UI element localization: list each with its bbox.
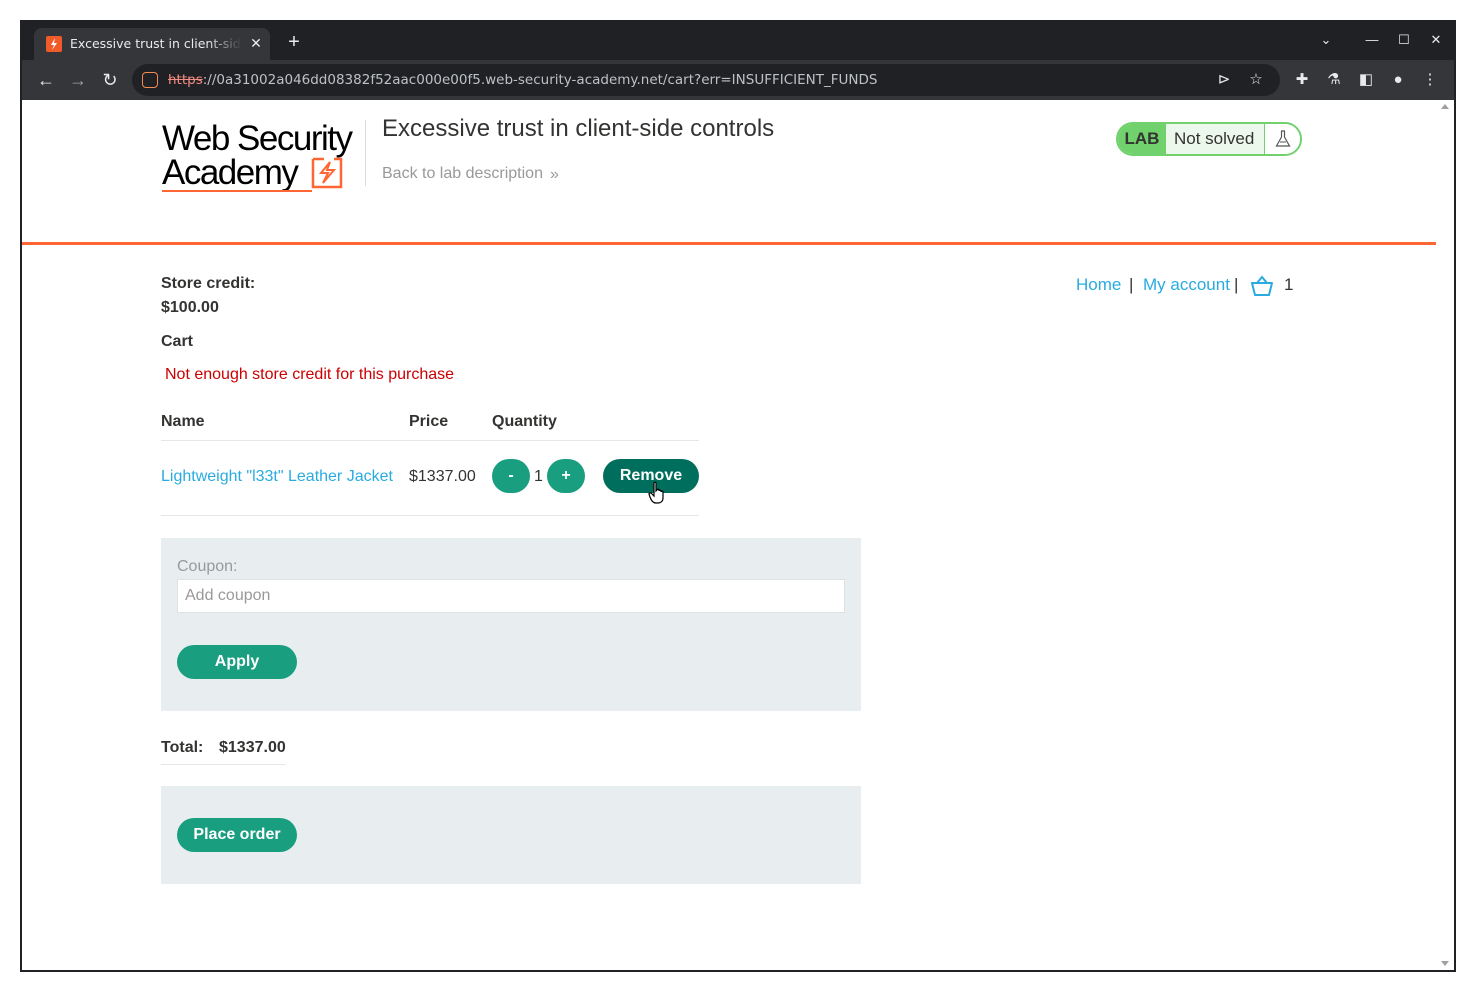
maximize-icon[interactable]: ☐: [1394, 30, 1414, 50]
badge-lab-label: LAB: [1118, 124, 1166, 154]
cart-count: 1: [1284, 275, 1294, 294]
bookmark-star-icon[interactable]: ☆: [1246, 70, 1266, 90]
site-info-icon[interactable]: [142, 72, 158, 88]
quantity-value: 1: [534, 468, 543, 485]
hand-pointer-cursor-icon: [648, 481, 664, 504]
table-row-divider: [161, 515, 699, 516]
side-panel-icon[interactable]: ◧: [1356, 70, 1376, 90]
column-header-name: Name: [161, 413, 205, 430]
web-security-academy-logo[interactable]: Web Security Academy: [162, 120, 362, 198]
header-divider: [365, 120, 366, 186]
nav-separator: |: [1129, 275, 1134, 294]
scroll-down-arrow-icon[interactable]: [1441, 961, 1449, 966]
product-name-link[interactable]: Lightweight "l33t" Leather Jacket: [161, 468, 393, 486]
minimize-icon[interactable]: —: [1362, 30, 1382, 50]
store-credit-value: $100.00: [161, 299, 219, 316]
new-tab-button[interactable]: +: [284, 32, 304, 52]
cart-basket-icon[interactable]: [1250, 275, 1274, 297]
place-order-section: Place order: [161, 786, 861, 884]
page-viewport: Web Security Academy Excessive trust in …: [22, 100, 1454, 970]
menu-icon[interactable]: ⋮: [1420, 70, 1440, 90]
home-link[interactable]: Home: [1076, 275, 1121, 295]
total-label: Total:: [161, 739, 204, 756]
tab-strip: Excessive trust in client-side controls …: [22, 22, 1454, 60]
coupon-input[interactable]: [177, 579, 845, 613]
address-bar[interactable]: https://0a31002a046dd08382f52aac000e00f5…: [132, 64, 1280, 96]
profile-icon[interactable]: ●: [1388, 70, 1408, 90]
nav-separator: |: [1234, 275, 1239, 294]
browser-window: Excessive trust in client-side controls …: [20, 20, 1456, 972]
extensions-icon[interactable]: ✚: [1292, 70, 1312, 90]
double-chevron-right-icon: »: [550, 166, 559, 183]
increase-quantity-button[interactable]: +: [547, 459, 585, 493]
tab-search-chevron-icon[interactable]: ⌄: [1316, 30, 1336, 50]
my-account-link[interactable]: My account: [1143, 275, 1230, 295]
tab-title: Excessive trust in client-side controls: [70, 36, 242, 51]
apply-coupon-button[interactable]: Apply: [177, 645, 297, 679]
vertical-scrollbar[interactable]: [1436, 100, 1454, 970]
back-arrow-icon[interactable]: ←: [34, 68, 58, 92]
url-scheme: https: [168, 72, 203, 88]
logo-line2: Academy: [162, 153, 299, 192]
url-text: https://0a31002a046dd08382f52aac000e00f5…: [168, 72, 877, 88]
academy-header: Web Security Academy Excessive trust in …: [22, 100, 1436, 245]
cart-heading: Cart: [161, 333, 194, 350]
lab-title: Excessive trust in client-side controls: [382, 115, 775, 142]
column-header-quantity: Quantity: [492, 413, 557, 430]
forward-arrow-icon[interactable]: →: [66, 68, 90, 92]
send-icon[interactable]: ⊳: [1214, 70, 1234, 90]
browser-toolbar: ← → ↻ https://0a31002a046dd08382f52aac00…: [22, 60, 1454, 100]
lab-favicon-icon: [46, 36, 62, 52]
product-price: $1337.00: [409, 468, 476, 485]
store-credit-label: Store credit:: [161, 275, 256, 292]
close-tab-icon[interactable]: ✕: [246, 33, 266, 53]
coupon-section: Coupon: Apply: [161, 538, 861, 711]
reload-icon[interactable]: ↻: [98, 68, 122, 92]
decrease-quantity-button[interactable]: -: [492, 459, 530, 493]
total-row: Total: $1337.00: [161, 737, 286, 765]
scroll-up-arrow-icon[interactable]: [1441, 104, 1449, 109]
lab-status-badge: LAB Not solved: [1116, 122, 1302, 156]
badge-status-text: Not solved: [1174, 129, 1255, 148]
total-value: $1337.00: [219, 739, 286, 756]
table-header-divider: [161, 440, 699, 441]
flask-icon: [1264, 124, 1300, 154]
browser-tab[interactable]: Excessive trust in client-side controls …: [34, 28, 270, 60]
url-path: ://0a31002a046dd08382f52aac000e00f5.web-…: [202, 72, 878, 88]
column-header-price: Price: [409, 413, 449, 430]
labs-flask-icon[interactable]: ⚗: [1324, 70, 1344, 90]
back-to-lab-description-link[interactable]: Back to lab description: [382, 165, 543, 183]
insufficient-funds-error: Not enough store credit for this purchas…: [165, 366, 455, 383]
place-order-button[interactable]: Place order: [177, 818, 297, 852]
window-close-icon[interactable]: ✕: [1426, 30, 1446, 50]
logo-underline: [162, 190, 312, 192]
coupon-label: Coupon:: [177, 558, 238, 575]
logo-bolt-icon: [311, 157, 343, 189]
